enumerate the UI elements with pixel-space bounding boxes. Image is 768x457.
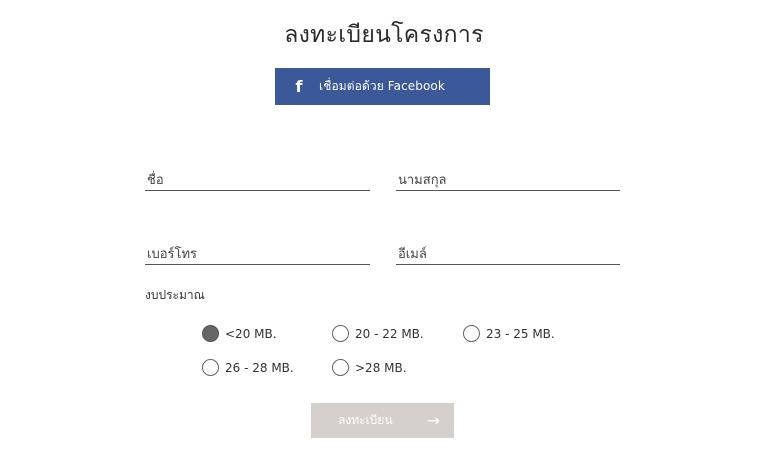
facebook-connect-button[interactable]: f เชื่อมต่อด้วย Facebook xyxy=(275,68,490,105)
first-name-field xyxy=(145,169,370,191)
budget-option-label: 20 - 22 MB. xyxy=(355,326,424,341)
radio-circle[interactable] xyxy=(202,325,219,342)
register-button-label: ลงทะเบียน xyxy=(338,413,393,427)
email-input[interactable] xyxy=(396,244,620,265)
facebook-icon: f xyxy=(295,77,303,96)
radio-circle[interactable] xyxy=(202,359,219,376)
budget-label: งบประมาณ xyxy=(145,288,205,302)
radio-circle[interactable] xyxy=(332,325,349,342)
last-name-field xyxy=(396,169,620,191)
budget-option-label: <20 MB. xyxy=(225,326,277,341)
budget-option-label: >28 MB. xyxy=(355,360,407,375)
first-name-input[interactable] xyxy=(145,170,370,191)
email-field xyxy=(396,243,620,265)
arrow-right-icon: → xyxy=(426,411,440,430)
budget-option-label: 26 - 28 MB. xyxy=(225,360,294,375)
facebook-connect-label: เชื่อมต่อด้วย Facebook xyxy=(319,79,445,93)
budget-option-23-25[interactable]: 23 - 25 MB. xyxy=(463,325,555,342)
budget-option-label: 23 - 25 MB. xyxy=(486,326,555,341)
register-button[interactable]: ลงทะเบียน → xyxy=(311,403,454,438)
radio-circle[interactable] xyxy=(463,325,480,342)
budget-option-20-22[interactable]: 20 - 22 MB. xyxy=(332,325,424,342)
page-title: ลงทะเบียนโครงการ xyxy=(284,22,484,48)
budget-option-over-28[interactable]: >28 MB. xyxy=(332,359,407,376)
budget-option-under-20[interactable]: <20 MB. xyxy=(202,325,277,342)
phone-input[interactable] xyxy=(145,244,370,265)
last-name-input[interactable] xyxy=(396,170,620,191)
budget-option-26-28[interactable]: 26 - 28 MB. xyxy=(202,359,294,376)
radio-circle[interactable] xyxy=(332,359,349,376)
phone-field xyxy=(145,243,370,265)
